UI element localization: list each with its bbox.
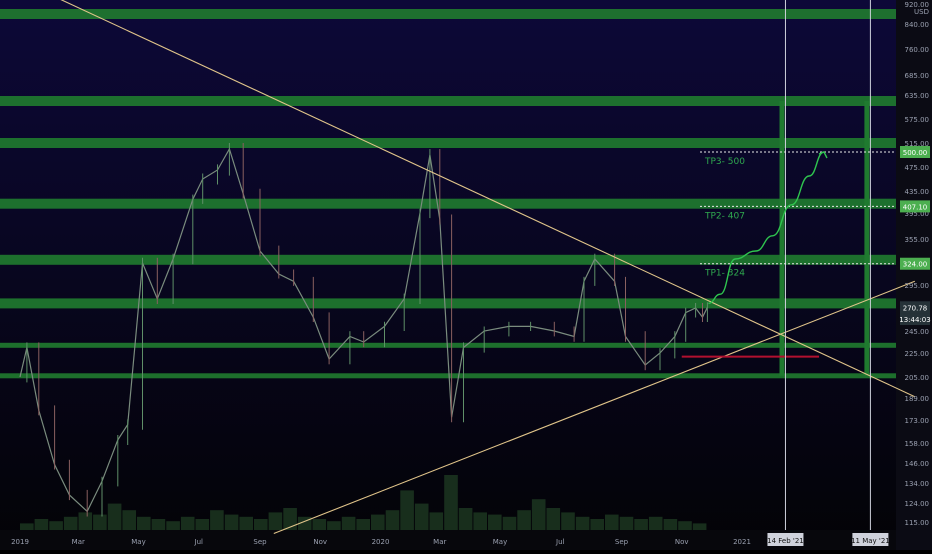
trading-chart[interactable]: TP1- 324 TP2- 407 TP3- 500 920.00 840.00 760… bbox=[0, 0, 932, 550]
price-badge-label: 13:44:03 bbox=[899, 316, 930, 324]
price-badge-label: 324.00 bbox=[903, 261, 928, 269]
volume-bar bbox=[692, 523, 707, 530]
volume-bar bbox=[458, 508, 473, 530]
volume-bar bbox=[546, 508, 561, 530]
volume-bar bbox=[590, 519, 604, 530]
volume-bar bbox=[648, 516, 663, 530]
volume-bar bbox=[429, 512, 444, 530]
volume-bar bbox=[268, 512, 283, 530]
price-tick: 760.00 bbox=[905, 46, 930, 54]
price-tick: 124.00 bbox=[905, 500, 930, 508]
time-tick: May bbox=[493, 538, 507, 546]
volume-bar bbox=[444, 475, 458, 530]
volume-bar bbox=[400, 490, 414, 530]
volume-bar bbox=[93, 514, 107, 530]
time-tick: Mar bbox=[433, 538, 446, 546]
time-tick: Mar bbox=[72, 538, 85, 546]
volume-bar bbox=[151, 519, 166, 530]
target-label: TP3- 500 bbox=[704, 157, 745, 167]
volume-bar bbox=[414, 503, 429, 530]
green-zone bbox=[0, 298, 896, 309]
price-tick: 435.00 bbox=[905, 188, 930, 196]
time-tick: Jul bbox=[555, 538, 565, 546]
price-tick: 685.00 bbox=[905, 72, 930, 80]
volume-bar bbox=[678, 521, 692, 530]
volume-bar bbox=[34, 519, 49, 530]
price-tick: 115.00 bbox=[905, 519, 930, 527]
volume-bar bbox=[663, 519, 678, 530]
volume-bar bbox=[371, 514, 385, 530]
volume-bar bbox=[210, 510, 224, 530]
price-badge-label: 500.00 bbox=[903, 149, 928, 157]
volume-bar bbox=[20, 523, 34, 530]
price-tick: 173.00 bbox=[905, 417, 930, 425]
volume-bar bbox=[63, 516, 78, 530]
volume-bar bbox=[473, 512, 487, 530]
volume-bar bbox=[605, 514, 619, 530]
volume-bar bbox=[49, 521, 63, 530]
green-zone bbox=[0, 198, 896, 209]
volume-bar bbox=[502, 516, 517, 530]
green-zone bbox=[0, 96, 896, 106]
volume-bar bbox=[385, 510, 400, 530]
price-tick: 575.00 bbox=[905, 116, 930, 124]
time-tick: Sep bbox=[615, 538, 629, 546]
volume-bar bbox=[517, 510, 531, 530]
volume-bar bbox=[224, 514, 239, 530]
volume-bar bbox=[619, 516, 634, 530]
time-tick: Jul bbox=[194, 538, 204, 546]
green-zone bbox=[0, 138, 896, 148]
time-tick: Nov bbox=[313, 538, 327, 546]
time-tick: 2021 bbox=[733, 538, 751, 546]
volume-bar bbox=[575, 516, 590, 530]
target-label: TP2- 407 bbox=[704, 211, 745, 221]
price-badge-label: 270.78 bbox=[903, 304, 928, 312]
price-tick: 295.00 bbox=[905, 282, 930, 290]
volume-bar bbox=[122, 510, 136, 530]
price-tick: 355.00 bbox=[905, 236, 930, 244]
volume-bar bbox=[107, 503, 122, 530]
price-tick: 245.00 bbox=[905, 328, 930, 336]
price-tick: 635.00 bbox=[905, 92, 930, 100]
volume-bar bbox=[356, 519, 370, 530]
volume-bar bbox=[195, 519, 210, 530]
date-badge-label: 14 Feb '21 bbox=[767, 537, 804, 545]
volume-bar bbox=[254, 519, 268, 530]
volume-bar bbox=[327, 521, 341, 530]
time-tick: 2019 bbox=[11, 538, 29, 546]
volume-bar bbox=[531, 499, 546, 530]
volume-bar bbox=[180, 516, 195, 530]
price-tick: 189.00 bbox=[905, 395, 930, 403]
volume-bar bbox=[239, 516, 253, 530]
volume-bar bbox=[78, 512, 93, 530]
volume-bar bbox=[634, 519, 648, 530]
green-zone bbox=[0, 9, 896, 19]
price-tick: 475.00 bbox=[905, 164, 930, 172]
volume-bar bbox=[137, 516, 151, 530]
volume-bar bbox=[341, 516, 356, 530]
green-zone bbox=[0, 373, 896, 379]
volume-bar bbox=[561, 512, 575, 530]
plot-background bbox=[0, 0, 896, 550]
price-badge-label: 407.10 bbox=[903, 203, 928, 211]
chart-canvas[interactable]: TP1- 324TP2- 407TP3- 500 920.00840.00760… bbox=[0, 0, 932, 550]
time-tick: Sep bbox=[253, 538, 267, 546]
price-tick: 225.00 bbox=[905, 350, 930, 358]
projection-box-right bbox=[864, 101, 870, 376]
price-tick: 205.00 bbox=[905, 374, 930, 382]
price-tick: 134.00 bbox=[905, 480, 930, 488]
price-tick: 158.00 bbox=[905, 440, 930, 448]
time-tick: 2020 bbox=[372, 538, 390, 546]
price-tick: 146.00 bbox=[905, 460, 930, 468]
volume-bar bbox=[488, 514, 502, 530]
date-badge-label: 11 May '21 bbox=[851, 537, 890, 545]
target-label: TP1- 324 bbox=[704, 269, 745, 279]
volume-bar bbox=[312, 519, 327, 530]
price-tick: 840.00 bbox=[905, 21, 930, 29]
time-tick: May bbox=[131, 538, 145, 546]
time-tick: Nov bbox=[675, 538, 689, 546]
currency-label: USD bbox=[914, 8, 929, 16]
volume-bar bbox=[166, 521, 180, 530]
